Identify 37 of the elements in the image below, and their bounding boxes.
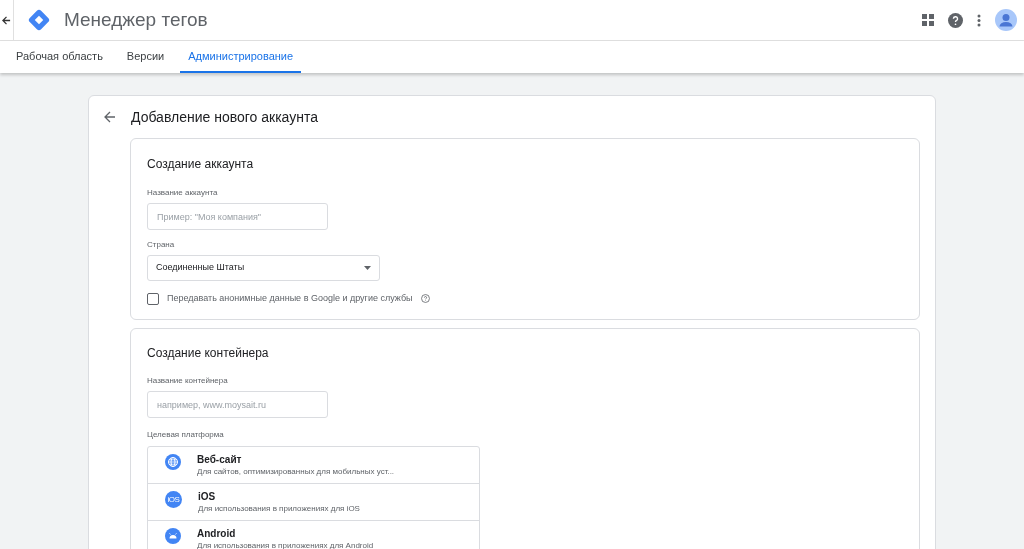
country-dropdown[interactable]: Соединенные Штаты bbox=[147, 255, 380, 281]
section-title: Создание контейнера bbox=[147, 345, 270, 362]
back-arrow-icon bbox=[2, 15, 11, 25]
platform-name: iOS bbox=[198, 491, 217, 503]
platform-description: Для использования в приложениях для Android bbox=[197, 540, 374, 549]
tab[interactable]: Администрирование bbox=[180, 41, 302, 73]
account-name-field[interactable]: Пример: "Моя компания" bbox=[147, 203, 328, 230]
checkbox-label: Передавать анонимные данные в Google и другие службы bbox=[167, 292, 413, 305]
android-icon bbox=[165, 528, 181, 544]
avatar-icon[interactable] bbox=[995, 9, 1017, 31]
platform-description: Для использования в приложениях для iOS bbox=[198, 503, 360, 515]
field-label: Страна bbox=[147, 239, 176, 251]
back-button[interactable] bbox=[103, 110, 117, 124]
platform-description: Для сайтов, оптимизированных для мобильных уст... bbox=[197, 466, 395, 478]
more-icon[interactable] bbox=[977, 13, 981, 27]
platform-option[interactable]: iOS iOS Для использования в приложениях для iOS bbox=[148, 484, 479, 521]
field-label: Целевая платформа bbox=[147, 429, 225, 441]
ios-icon: iOS bbox=[165, 491, 182, 508]
platform-name: Веб-сайт bbox=[197, 454, 243, 466]
globe-icon bbox=[165, 454, 181, 470]
platform-option[interactable]: Android Для использования в приложениях для Android bbox=[148, 521, 479, 549]
page-title: Добавление нового аккаунта bbox=[131, 107, 318, 127]
platform-option[interactable]: Веб-сайт Для сайтов, оптимизированных для мобильных уст... bbox=[148, 447, 479, 484]
field-label: Название контейнера bbox=[147, 375, 229, 387]
help-icon[interactable] bbox=[948, 12, 963, 28]
container-name-field[interactable]: например, www.moysait.ru bbox=[147, 391, 328, 418]
checkbox[interactable] bbox=[147, 292, 159, 305]
back-arrow-icon bbox=[104, 111, 116, 123]
tab[interactable]: Рабочая область bbox=[8, 41, 111, 73]
caret-icon bbox=[364, 266, 371, 270]
help-icon[interactable] bbox=[420, 294, 430, 304]
section-title: Создание аккаунта bbox=[147, 156, 255, 173]
platform-name: Android bbox=[197, 528, 237, 540]
app-title: Менеджер тегов bbox=[64, 7, 208, 32]
apps-icon[interactable] bbox=[922, 14, 934, 26]
field-label: Название аккаунта bbox=[147, 187, 219, 199]
tab[interactable]: Версии bbox=[118, 41, 173, 73]
